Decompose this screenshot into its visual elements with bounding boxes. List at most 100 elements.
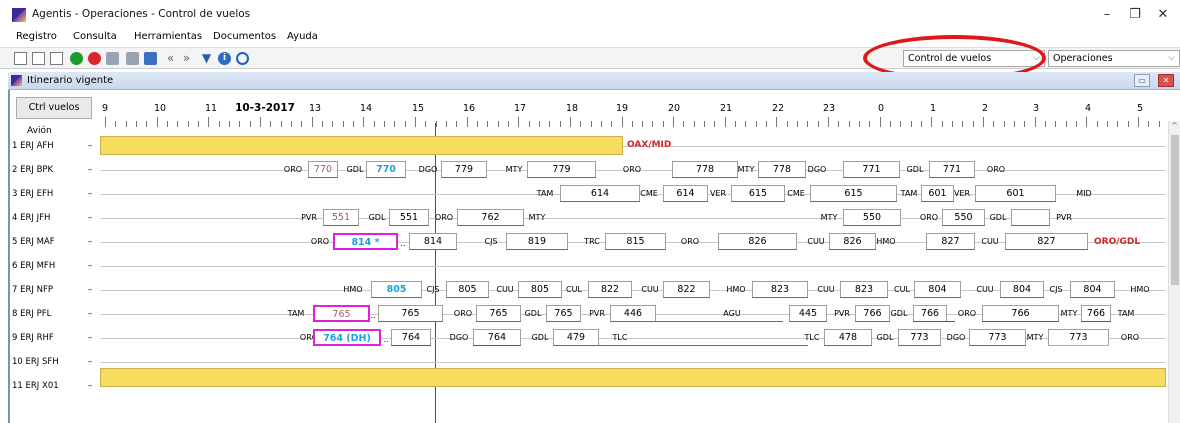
check-icon[interactable] bbox=[70, 52, 83, 65]
flight-block[interactable]: 804 bbox=[1070, 281, 1115, 298]
flight-block[interactable]: 766 bbox=[855, 305, 890, 322]
aircraft-label[interactable]: 5 ERJ MAF bbox=[12, 237, 55, 247]
flight-block[interactable]: 827 bbox=[926, 233, 975, 250]
prev-icon[interactable]: « bbox=[164, 52, 177, 65]
new-doc-icon[interactable] bbox=[14, 52, 27, 65]
ctrl-vuelos-button[interactable]: Ctrl vuelos bbox=[16, 97, 92, 119]
flight-block[interactable]: 804 bbox=[914, 281, 961, 298]
flight-block[interactable]: 823 bbox=[840, 281, 888, 298]
flight-block[interactable]: 819 bbox=[506, 233, 568, 250]
flight-block[interactable]: 822 bbox=[588, 281, 632, 298]
save-icon[interactable] bbox=[106, 52, 119, 65]
flight-block[interactable]: 765 bbox=[378, 305, 443, 322]
flight-block[interactable]: 765 bbox=[313, 305, 370, 322]
flight-block[interactable]: 550 bbox=[843, 209, 901, 226]
flight-block[interactable]: 601 bbox=[975, 185, 1056, 202]
flight-block[interactable]: 479 bbox=[553, 329, 599, 346]
flight-block[interactable]: 550 bbox=[942, 209, 985, 226]
area-dropdown[interactable]: Operaciones ⌵ bbox=[1048, 50, 1180, 67]
ruler-tick bbox=[663, 121, 664, 127]
flight-block[interactable]: 764 bbox=[473, 329, 521, 346]
flight-block[interactable]: 823 bbox=[752, 281, 808, 298]
menu-herramientas[interactable]: Herramientas bbox=[134, 31, 202, 42]
aircraft-label[interactable]: 6 ERJ MFH bbox=[12, 261, 55, 271]
child-minimize-button[interactable]: ▭ bbox=[1134, 74, 1150, 87]
aircraft-label[interactable]: 7 ERJ NFP bbox=[12, 285, 53, 295]
flight-block[interactable]: 766 bbox=[1081, 305, 1111, 322]
flight-block[interactable]: 615 bbox=[810, 185, 897, 202]
flight-block[interactable]: 826 bbox=[829, 233, 876, 250]
menu-ayuda[interactable]: Ayuda bbox=[287, 31, 318, 42]
maintenance-bar[interactable] bbox=[100, 136, 623, 155]
print-icon[interactable] bbox=[126, 52, 139, 65]
flight-block[interactable]: 615 bbox=[731, 185, 785, 202]
flight-block[interactable]: 766 bbox=[982, 305, 1059, 322]
flight-block[interactable]: 822 bbox=[663, 281, 710, 298]
flight-block[interactable]: 805 bbox=[518, 281, 562, 298]
restore-button[interactable]: ❐ bbox=[1123, 5, 1147, 25]
flight-block[interactable]: 765 bbox=[546, 305, 581, 322]
flight-block[interactable]: 765 bbox=[476, 305, 521, 322]
flight-block[interactable] bbox=[1011, 209, 1050, 226]
flight-block[interactable]: 764 bbox=[391, 329, 431, 346]
flight-block[interactable]: 805 bbox=[446, 281, 489, 298]
flight-block[interactable]: 778 bbox=[672, 161, 738, 178]
aircraft-label[interactable]: 1 ERJ AFH bbox=[12, 141, 54, 151]
child-close-button[interactable]: ✕ bbox=[1158, 74, 1174, 87]
flight-block[interactable]: 614 bbox=[663, 185, 708, 202]
flight-block[interactable]: 773 bbox=[969, 329, 1026, 346]
flight-block[interactable]: 764 (DH) bbox=[313, 329, 381, 346]
export-icon[interactable] bbox=[144, 52, 157, 65]
flight-block[interactable]: 771 bbox=[843, 161, 900, 178]
flight-block[interactable]: 826 bbox=[718, 233, 797, 250]
ruler-tick bbox=[962, 121, 963, 127]
flight-duration-line bbox=[553, 345, 808, 346]
flight-block[interactable]: 815 bbox=[605, 233, 666, 250]
aircraft-label[interactable]: 11 ERJ X01 bbox=[12, 381, 59, 391]
edit-doc-icon[interactable] bbox=[50, 52, 63, 65]
flight-block[interactable]: 770 bbox=[366, 161, 406, 178]
flight-block[interactable]: 614 bbox=[560, 185, 640, 202]
aircraft-label[interactable]: 3 ERJ EFH bbox=[12, 189, 53, 199]
menu-consulta[interactable]: Consulta bbox=[73, 31, 117, 42]
minimize-button[interactable]: – bbox=[1095, 5, 1119, 25]
flight-block[interactable]: 814 bbox=[409, 233, 457, 250]
flight-block[interactable]: 551 bbox=[389, 209, 429, 226]
cancel-icon[interactable] bbox=[88, 52, 101, 65]
flight-block[interactable]: 771 bbox=[929, 161, 975, 178]
open-doc-icon[interactable] bbox=[32, 52, 45, 65]
aircraft-label[interactable]: 4 ERJ JFH bbox=[12, 213, 50, 223]
flight-block[interactable]: 445 bbox=[789, 305, 827, 322]
flight-block[interactable]: 766 bbox=[913, 305, 947, 322]
aircraft-label[interactable]: 8 ERJ PFL bbox=[12, 309, 51, 319]
flight-block[interactable]: 814 * bbox=[333, 233, 398, 250]
refresh-icon[interactable] bbox=[236, 52, 249, 65]
flight-block[interactable]: 779 bbox=[527, 161, 596, 178]
next-icon[interactable]: » bbox=[180, 52, 193, 65]
flight-block[interactable]: 773 bbox=[1048, 329, 1109, 346]
flight-block[interactable]: 762 bbox=[457, 209, 524, 226]
aircraft-label[interactable]: 9 ERJ RHF bbox=[12, 333, 54, 343]
flight-block[interactable]: 551 bbox=[323, 209, 359, 226]
scroll-up-icon[interactable]: ^ bbox=[1169, 121, 1180, 133]
flight-block[interactable]: 779 bbox=[441, 161, 487, 178]
filter-icon[interactable]: ▼ bbox=[200, 52, 213, 65]
flight-block[interactable]: 601 bbox=[921, 185, 954, 202]
maintenance-bar[interactable] bbox=[100, 368, 1166, 387]
menu-registro[interactable]: Registro bbox=[16, 31, 57, 42]
vertical-scrollbar[interactable]: ^ bbox=[1168, 121, 1180, 423]
info-icon[interactable]: i bbox=[218, 52, 231, 65]
aircraft-label[interactable]: 10 ERJ SFH bbox=[12, 357, 59, 367]
scrollbar-thumb[interactable] bbox=[1171, 135, 1179, 285]
aircraft-label[interactable]: 2 ERJ BPK bbox=[12, 165, 53, 175]
menu-documentos[interactable]: Documentos bbox=[213, 31, 276, 42]
flight-block[interactable]: 827 bbox=[1005, 233, 1088, 250]
flight-block[interactable]: 446 bbox=[610, 305, 656, 322]
close-button[interactable]: ✕ bbox=[1151, 5, 1175, 25]
flight-block[interactable]: 804 bbox=[1000, 281, 1044, 298]
flight-block[interactable]: 773 bbox=[898, 329, 941, 346]
flight-block[interactable]: 478 bbox=[824, 329, 872, 346]
flight-block[interactable]: 770 bbox=[308, 161, 338, 178]
flight-block[interactable]: 778 bbox=[758, 161, 806, 178]
flight-block[interactable]: 805 bbox=[371, 281, 422, 298]
